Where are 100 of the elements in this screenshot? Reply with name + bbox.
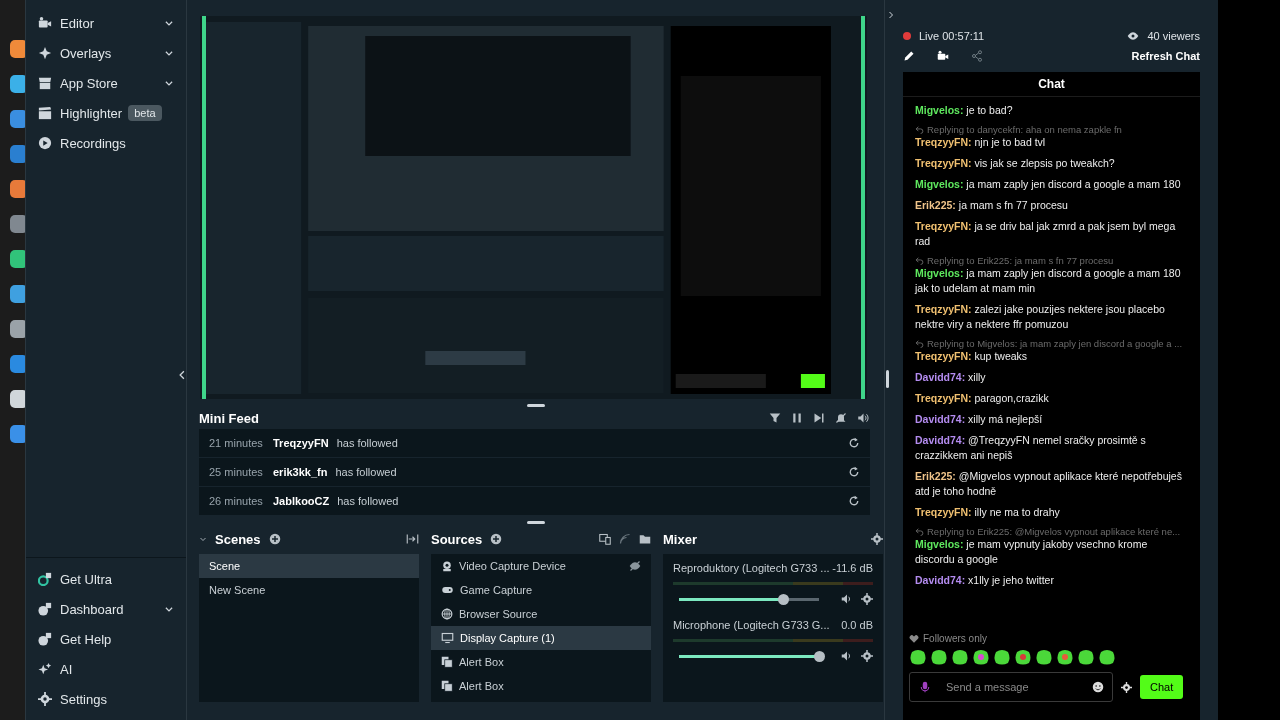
help-icon — [38, 632, 52, 646]
sparkle-icon — [38, 46, 52, 60]
sidebar-item[interactable]: App Store — [26, 68, 186, 98]
app-icon[interactable] — [10, 320, 25, 338]
chat-message: Migvelos: je mam vypnuty jakoby vsechno krome discordu a google — [915, 537, 1149, 567]
chevron-right-icon — [887, 10, 895, 20]
chat-message: TreqzyyFN: vis jak se zlepsis po tweakch? — [915, 156, 1116, 171]
emote-icon[interactable] — [1035, 648, 1053, 666]
event-user: JablkooCZ — [273, 495, 330, 507]
chevron-down-icon[interactable] — [164, 48, 174, 58]
viewer-count: 40 viewers — [1147, 30, 1200, 42]
event-user: TreqzyyFN — [273, 437, 329, 449]
app-icon[interactable] — [10, 250, 25, 268]
chat-message: Davidd74: @TreqzyyFN nemel sračky prosimtě s crazzikkem ani nepiš — [915, 433, 1147, 463]
camera-icon — [937, 50, 949, 62]
clapper-icon — [38, 106, 52, 120]
app-icon[interactable] — [10, 355, 25, 373]
channel-reading: 0.0 dB — [841, 619, 873, 631]
settings-icon — [1121, 681, 1132, 693]
beta-badge: beta — [128, 105, 162, 121]
chevron-down-icon[interactable] — [164, 604, 174, 614]
chat-message: TreqzyyFN: ja se driv bal jak zmrd a pak jsem byl mega rad — [915, 219, 1177, 249]
reply-icon — [915, 527, 924, 536]
chat-message: TreqzyyFN: njn je to bad tvl — [915, 135, 1047, 150]
app-icon[interactable] — [10, 75, 25, 93]
speaker-icon — [857, 412, 870, 424]
chat-message: Erik225: @Migvelos vypnout aplikace které nepotřebuješ atd je toho hodně — [915, 469, 1183, 499]
replay-icon — [848, 437, 860, 449]
app-icon[interactable] — [10, 425, 25, 443]
source-item[interactable]: Display Capture (1) — [431, 626, 651, 650]
source-item[interactable]: Game Capture — [431, 578, 651, 602]
app-icon[interactable] — [10, 285, 25, 303]
channel-reading: -11.6 dB — [832, 562, 873, 574]
source-item[interactable]: Video Capture Device — [431, 554, 651, 578]
panel-title: Sources — [431, 531, 483, 547]
app-icon[interactable] — [10, 390, 25, 408]
app-icon[interactable] — [10, 215, 25, 233]
app-icon[interactable] — [10, 40, 25, 58]
reply-context: Replying to Erik225: @Migvelos vypnout aplikace které ne... — [927, 526, 1181, 537]
emote-icon[interactable] — [1014, 648, 1032, 666]
sidebar-item[interactable]: AI — [26, 654, 186, 684]
chat-message: TreqzyyFN: kup tweaks — [915, 349, 1029, 364]
source-item[interactable]: Browser Source — [431, 602, 651, 626]
emote-icon[interactable] — [993, 648, 1011, 666]
chat-message: Erik225: ja mam s fn 77 procesu — [915, 198, 1069, 213]
emote-icon[interactable] — [1077, 648, 1095, 666]
reply-context: Replying to danycekfn: aha on nema zapkle fn — [927, 124, 1122, 135]
chevron-left-icon — [177, 368, 187, 382]
live-timer: Live 00:57:11 — [919, 30, 985, 42]
chat-send-button[interactable]: Chat — [1140, 675, 1184, 699]
eye-slash-icon[interactable] — [629, 560, 641, 572]
sidebar-item[interactable]: Highlighter beta — [26, 98, 186, 128]
source-item[interactable]: Alert Box — [431, 674, 651, 698]
sidebar-item[interactable]: Recordings — [26, 128, 186, 158]
store-icon — [38, 76, 52, 90]
settings-icon — [861, 593, 873, 605]
app-icon[interactable] — [10, 180, 25, 198]
event-time: 26 minutes — [209, 495, 264, 507]
settings-icon — [38, 692, 52, 706]
source-item[interactable]: Alert Box — [431, 650, 651, 674]
sidebar-item[interactable]: Dashboard — [26, 594, 186, 624]
chevron-down-icon[interactable] — [164, 78, 174, 88]
sidebar-item[interactable]: Settings — [26, 684, 186, 714]
chat-message: Davidd74: xilly má nejlepší — [915, 412, 1044, 427]
refresh-chat-button[interactable]: Refresh Chat — [1131, 50, 1200, 62]
chevron-down-icon[interactable] — [164, 18, 174, 28]
emote-icon[interactable] — [951, 648, 969, 666]
sidebar-item[interactable]: Get Help — [26, 624, 186, 654]
emote-icon[interactable] — [1056, 648, 1074, 666]
sidebar-item[interactable]: Overlays — [26, 38, 186, 68]
reply-context: Replying to Erik225: ja mam s fn 77 procesu — [927, 255, 1114, 266]
reply-icon — [915, 339, 924, 348]
webcam-icon — [441, 560, 453, 572]
signal-icon — [619, 533, 631, 545]
emote-icon[interactable] — [1098, 648, 1116, 666]
sidebar-item[interactable]: Get Ultra — [26, 564, 186, 594]
emote-icon[interactable] — [930, 648, 948, 666]
live-dot — [903, 32, 911, 40]
chat-message: Migvelos: ja mam zaply jen discord a google a mam 180 — [915, 177, 1182, 192]
sidebar-item[interactable]: Editor — [26, 8, 186, 38]
camera-icon — [38, 16, 52, 30]
message-field[interactable]: Send a message — [909, 672, 1113, 702]
reply-icon — [915, 125, 924, 134]
emote-icon[interactable] — [972, 648, 990, 666]
pencil-icon — [903, 50, 915, 62]
scene-item[interactable]: New Scene — [199, 578, 419, 602]
scene-item[interactable]: Scene — [199, 554, 419, 578]
add-icon — [268, 533, 281, 545]
event-action: has followed — [335, 466, 398, 478]
copy-icon — [441, 656, 453, 668]
event-time: 21 minutes — [209, 437, 264, 449]
gamepad-icon — [441, 584, 454, 596]
chat-title: Chat — [903, 72, 1200, 97]
folder-icon — [639, 533, 651, 545]
app-icon[interactable] — [10, 110, 25, 128]
eye-icon — [1127, 30, 1140, 42]
reply-icon — [915, 256, 924, 265]
event-time: 25 minutes — [209, 466, 264, 478]
emote-icon[interactable] — [909, 648, 927, 666]
event-user: erik3kk_fn — [273, 466, 328, 478]
